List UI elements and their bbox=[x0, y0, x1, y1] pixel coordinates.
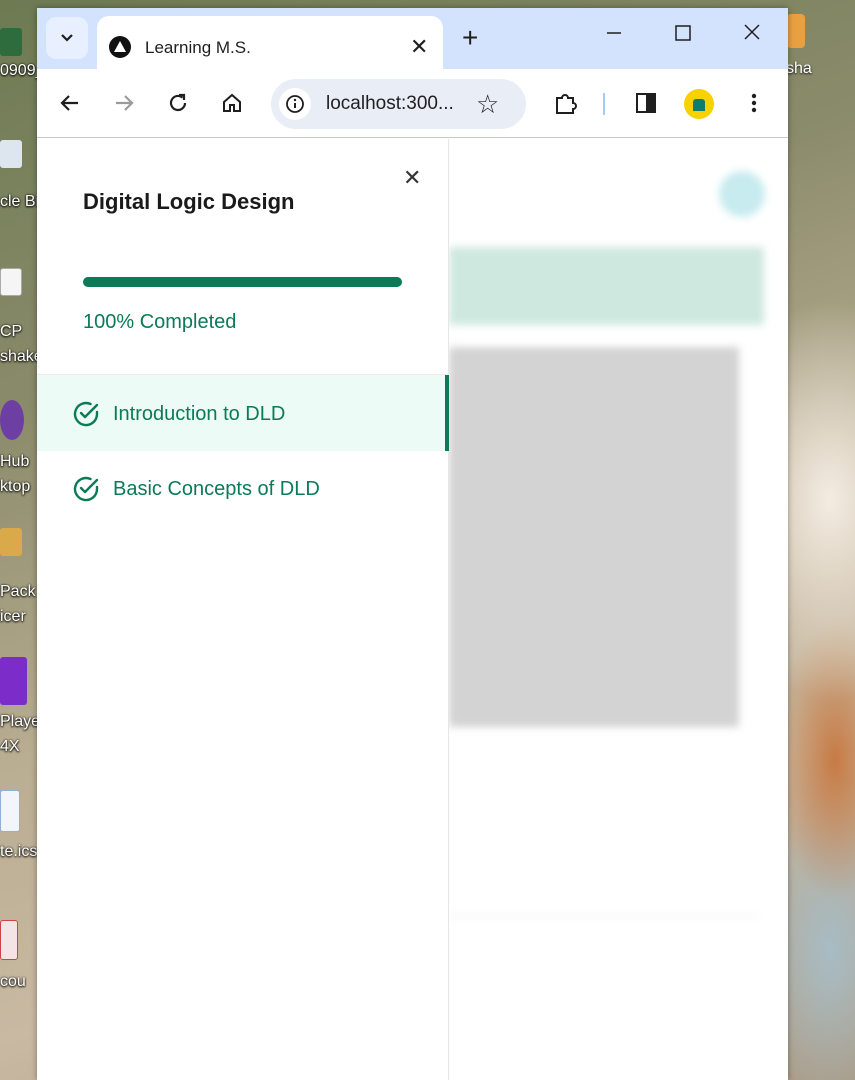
course-sidebar: ✕ Digital Logic Design 100% Completed In… bbox=[37, 139, 449, 1080]
toolbar-divider bbox=[603, 93, 605, 115]
desktop-label: Pack bbox=[0, 583, 36, 600]
puzzle-icon bbox=[556, 94, 577, 114]
check-circle-icon bbox=[73, 476, 99, 502]
chapter-label: Basic Concepts of DLD bbox=[113, 478, 320, 500]
home-button[interactable] bbox=[218, 89, 246, 117]
desktop-label: Hub bbox=[0, 453, 30, 470]
chapter-item-introduction[interactable]: Introduction to DLD bbox=[37, 375, 449, 451]
side-panel-icon bbox=[636, 93, 656, 113]
close-icon bbox=[744, 24, 760, 40]
desktop-label: 4X bbox=[0, 738, 20, 755]
side-panel-button[interactable] bbox=[632, 89, 660, 117]
arrow-left-icon bbox=[60, 95, 78, 111]
desktop-label: cle Bi bbox=[0, 193, 40, 210]
extensions-button[interactable] bbox=[552, 89, 580, 117]
desktop-app-icon[interactable] bbox=[0, 28, 22, 56]
pdf-file-icon[interactable] bbox=[0, 920, 18, 960]
home-icon bbox=[223, 93, 241, 112]
url-text: localhost:300... bbox=[326, 93, 454, 114]
maximize-button[interactable] bbox=[674, 22, 692, 48]
tab-search-button[interactable] bbox=[46, 17, 88, 59]
close-tab-icon[interactable]: ✕ bbox=[410, 34, 428, 60]
desktop-label: sha bbox=[786, 60, 812, 77]
reload-icon bbox=[169, 93, 187, 112]
page-content: ✕ Digital Logic Design 100% Completed In… bbox=[37, 139, 788, 1080]
blurred-avatar bbox=[719, 171, 765, 217]
blurred-banner bbox=[449, 247, 764, 325]
media-player-icon[interactable] bbox=[0, 657, 27, 705]
minimize-icon bbox=[607, 32, 621, 34]
info-icon bbox=[286, 95, 304, 113]
blurred-video-player bbox=[449, 347, 739, 727]
address-bar[interactable]: localhost:300... ☆ bbox=[271, 79, 526, 129]
arrow-right-icon bbox=[116, 95, 134, 111]
reload-button[interactable] bbox=[164, 89, 192, 117]
progress-bar bbox=[83, 277, 402, 287]
profile-avatar[interactable] bbox=[684, 89, 714, 119]
maximize-icon bbox=[675, 25, 691, 41]
desktop-label: cou bbox=[0, 973, 26, 990]
desktop-label: te.ics bbox=[0, 843, 38, 860]
chapter-item-basic-concepts[interactable]: Basic Concepts of DLD bbox=[37, 450, 449, 526]
packet-tracer-icon[interactable] bbox=[0, 528, 22, 556]
recycle-bin-icon[interactable] bbox=[0, 140, 22, 168]
favicon-icon bbox=[109, 36, 131, 58]
back-button[interactable] bbox=[56, 89, 84, 117]
forward-button[interactable] bbox=[110, 89, 138, 117]
more-vert-icon bbox=[751, 93, 757, 113]
minimize-button[interactable] bbox=[605, 22, 623, 48]
course-title: Digital Logic Design bbox=[83, 189, 295, 214]
desktop-label: icer bbox=[0, 608, 26, 625]
desktop-label: ktop bbox=[0, 478, 31, 495]
title-bar: Learning M.S. ✕ + bbox=[37, 8, 788, 69]
check-circle-icon bbox=[73, 401, 99, 427]
browser-toolbar: localhost:300... ☆ bbox=[37, 69, 788, 138]
browser-tab[interactable]: Learning M.S. ✕ bbox=[97, 16, 443, 69]
calendar-file-icon[interactable] bbox=[0, 790, 20, 832]
blurred-page bbox=[449, 139, 788, 1080]
progress-text: 100% Completed bbox=[83, 311, 237, 333]
tab-title: Learning M.S. bbox=[145, 38, 251, 57]
github-desktop-icon[interactable] bbox=[0, 400, 24, 440]
new-tab-button[interactable]: + bbox=[462, 22, 478, 54]
close-window-button[interactable] bbox=[742, 22, 762, 48]
progress-fill bbox=[83, 277, 402, 287]
chevron-down-icon bbox=[61, 34, 73, 42]
desktop-app-icon[interactable] bbox=[787, 14, 805, 48]
blurred-divider bbox=[449, 915, 759, 917]
close-sidebar-icon[interactable]: ✕ bbox=[403, 165, 421, 191]
site-info-button[interactable] bbox=[279, 88, 311, 120]
bookmark-star-icon[interactable]: ☆ bbox=[476, 89, 499, 120]
file-icon[interactable] bbox=[0, 268, 22, 296]
menu-button[interactable] bbox=[740, 89, 768, 117]
browser-window: Learning M.S. ✕ + localhost:300... ☆ ✕ D… bbox=[37, 8, 788, 1080]
desktop-label: CP bbox=[0, 323, 23, 340]
chapter-label: Introduction to DLD bbox=[113, 403, 286, 425]
